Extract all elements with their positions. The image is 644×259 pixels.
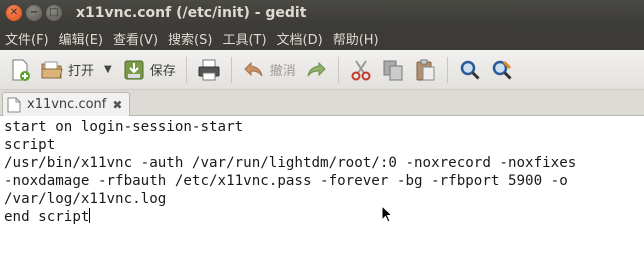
- chevron-down-icon: ▼: [104, 64, 112, 75]
- redo-icon: [307, 61, 326, 76]
- save-icon: [124, 60, 144, 79]
- paste-button[interactable]: [409, 54, 441, 86]
- print-button[interactable]: [193, 54, 225, 86]
- redo-button[interactable]: [300, 54, 332, 86]
- text-cursor: [89, 208, 91, 223]
- menu-bar: 文件(F) 编辑(E) 查看(V) 搜索(S) 工具(T) 文档(D) 帮助(H…: [0, 26, 644, 50]
- window-title: x11vnc.conf (/etc/init) - gedit: [76, 5, 307, 21]
- tab-x11vnc-conf[interactable]: x11vnc.conf ✖: [2, 92, 130, 116]
- editor-line-last: end script: [4, 208, 91, 226]
- document-icon: [7, 97, 21, 112]
- find-button[interactable]: [454, 54, 486, 86]
- menu-view[interactable]: 查看(V): [108, 29, 163, 48]
- scissors-icon: [351, 59, 371, 80]
- editor-line: -noxdamage -rfbauth /etc/x11vnc.pass -fo…: [4, 173, 568, 189]
- menu-tools[interactable]: 工具(T): [217, 29, 271, 48]
- tab-bar: x11vnc.conf ✖: [0, 90, 644, 116]
- menu-help[interactable]: 帮助(H): [328, 29, 384, 48]
- menu-documents[interactable]: 文档(D): [272, 29, 328, 48]
- text-editor[interactable]: start on login-session-start script /usr…: [0, 116, 644, 259]
- save-label: 保存: [149, 64, 176, 79]
- menu-search[interactable]: 搜索(S): [163, 29, 217, 48]
- editor-line: /var/log/x11vnc.log: [4, 191, 167, 207]
- new-button[interactable]: [4, 54, 36, 86]
- editor-line: start on login-session-start: [4, 119, 244, 135]
- toolbar-separator: [446, 56, 448, 83]
- title-bar: ✕ − □ x11vnc.conf (/etc/init) - gedit: [0, 0, 644, 26]
- close-tab-icon[interactable]: ✖: [112, 98, 122, 112]
- open-folder-icon: [41, 61, 63, 78]
- tab-label: x11vnc.conf: [27, 97, 107, 112]
- open-recent-dropdown[interactable]: ▼: [98, 54, 118, 86]
- find-replace-button[interactable]: [486, 54, 518, 86]
- menu-edit[interactable]: 编辑(E): [54, 29, 108, 48]
- find-replace-icon: [492, 60, 512, 80]
- maximize-window-button[interactable]: □: [46, 5, 62, 21]
- cut-button[interactable]: [345, 54, 377, 86]
- minimize-window-button[interactable]: −: [26, 5, 42, 21]
- copy-icon: [383, 60, 403, 80]
- open-button[interactable]: 打开: [36, 54, 98, 86]
- toolbar-separator: [185, 56, 187, 83]
- paste-clipboard-icon: [416, 59, 435, 80]
- save-button[interactable]: 保存: [118, 54, 180, 86]
- undo-label: 撤消: [269, 64, 296, 79]
- editor-line-text: end script: [4, 209, 90, 225]
- toolbar: 打开 ▼ 保存 撤消: [0, 50, 644, 90]
- new-document-icon: [12, 59, 30, 81]
- editor-line: /usr/bin/x11vnc -auth /var/run/lightdm/r…: [4, 155, 577, 171]
- close-window-button[interactable]: ✕: [6, 5, 22, 21]
- printer-icon: [198, 59, 220, 80]
- search-icon: [460, 60, 480, 80]
- toolbar-separator: [337, 56, 339, 83]
- open-label: 打开: [68, 64, 95, 79]
- mouse-pointer-icon: [381, 205, 393, 223]
- menu-file[interactable]: 文件(F): [0, 29, 54, 48]
- editor-line: script: [4, 137, 56, 153]
- toolbar-separator: [230, 56, 232, 83]
- undo-button[interactable]: 撤消: [238, 54, 300, 86]
- copy-button[interactable]: [377, 54, 409, 86]
- undo-icon: [244, 61, 263, 76]
